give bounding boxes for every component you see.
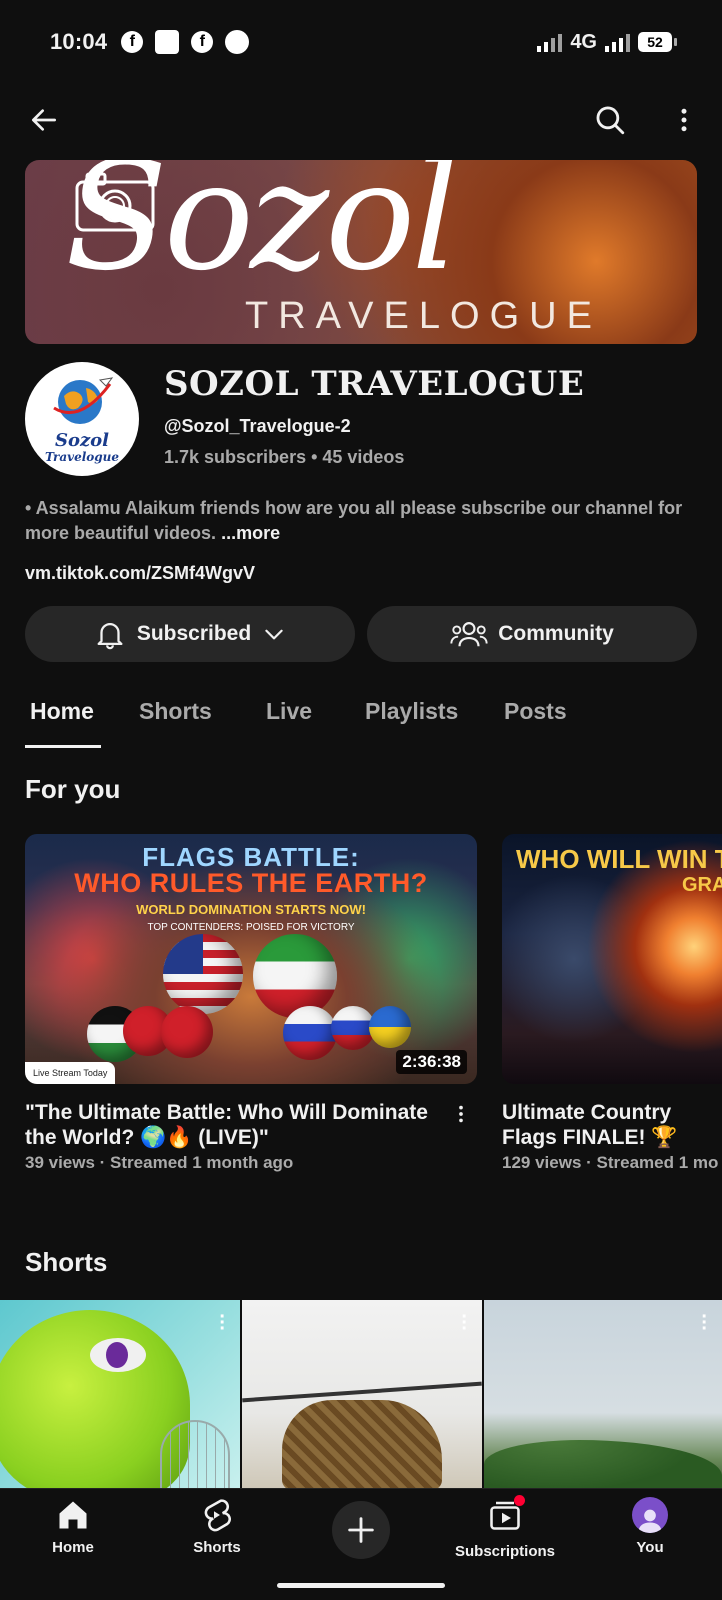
- app-notification-icon: [155, 30, 180, 54]
- thumbnail-text: WHO RULES THE EARTH?: [74, 868, 428, 898]
- home-indicator: [277, 1583, 445, 1588]
- plus-icon: [348, 1517, 374, 1543]
- video-duration: 2:36:38: [396, 1050, 467, 1074]
- flag-ball-china: [161, 1006, 213, 1058]
- video-thumbnail[interactable]: WHO WILL WIN T GRAND: [502, 834, 722, 1084]
- nav-subscriptions-label: Subscriptions: [454, 1543, 555, 1560]
- birdcage-image: [160, 1420, 230, 1488]
- video-thumbnail[interactable]: FLAGS BATTLE: WHO RULES THE EARTH? WORLD…: [25, 834, 477, 1084]
- tab-live[interactable]: Live: [266, 698, 312, 725]
- banner-subtitle: TRAVELOGUE: [245, 295, 602, 337]
- short-thumbnail[interactable]: · · ·: [0, 1300, 240, 1488]
- for-you-heading: For you: [25, 774, 121, 804]
- channel-description[interactable]: • Assalamu Alaikum friends how are you a…: [25, 496, 697, 546]
- short-more-icon[interactable]: · · ·: [701, 1307, 708, 1339]
- status-time: 10:04: [50, 29, 108, 54]
- nav-shorts-label: Shorts: [193, 1539, 241, 1556]
- channel-banner: Sozol TRAVELOGUE: [25, 160, 697, 344]
- more-vertical-icon: [459, 1105, 463, 1123]
- tab-home[interactable]: Home: [30, 698, 94, 725]
- app-bar: [0, 96, 722, 148]
- signal-icon: [605, 32, 630, 52]
- flag-ball-usa: [163, 934, 243, 1014]
- short-more-icon[interactable]: · · ·: [219, 1307, 226, 1339]
- stream-tag: Live Stream Today: [25, 1062, 116, 1084]
- status-bar: 10:04 f f 4G 52: [0, 0, 722, 84]
- video-meta: 39 views · Streamed 1 month ago: [25, 1153, 294, 1172]
- helicopter-image: [282, 1400, 442, 1488]
- back-arrow-icon: [32, 109, 56, 131]
- avatar-logo-text: Sozol: [54, 430, 110, 451]
- thumbnail-text: WHO WILL WIN T: [516, 844, 722, 874]
- short-thumbnail[interactable]: · · ·: [484, 1300, 722, 1488]
- network-type: 4G: [570, 30, 597, 53]
- more-vertical-icon: [681, 108, 687, 132]
- video-more-button[interactable]: [446, 1096, 476, 1132]
- description-text: • Assalamu Alaikum friends how are you a…: [25, 498, 683, 543]
- flag-ball-russia: [283, 1006, 337, 1060]
- cartoon-pupil: [106, 1342, 128, 1368]
- notification-icons: f f: [121, 30, 250, 54]
- subscribed-label: Subscribed: [136, 622, 252, 645]
- user-avatar: [632, 1497, 668, 1533]
- nav-subscriptions[interactable]: Subscriptions: [445, 1495, 565, 1560]
- shorts-icon: [204, 1499, 231, 1532]
- battery-icon: 52: [638, 32, 677, 52]
- thumbnail-text: TOP CONTENDERS: POISED FOR VICTORY: [147, 922, 355, 933]
- app-notification-icon: [225, 30, 250, 54]
- person-icon: [638, 1509, 662, 1533]
- back-button[interactable]: [20, 96, 68, 144]
- video-meta: 129 views · Streamed 1 mo: [502, 1153, 719, 1172]
- short-thumbnail[interactable]: · · ·: [242, 1300, 482, 1488]
- home-icon: [59, 1501, 87, 1529]
- video-title[interactable]: Ultimate Country Flags FINALE! 🏆 Vote fo…: [502, 1100, 722, 1150]
- nav-shorts[interactable]: Shorts: [157, 1497, 277, 1556]
- flag-ball-iran: [253, 934, 337, 1018]
- tab-shorts[interactable]: Shorts: [139, 698, 212, 725]
- nav-home[interactable]: Home: [13, 1497, 133, 1556]
- more-options-button[interactable]: [660, 96, 708, 144]
- active-tab-indicator: [25, 745, 101, 748]
- channel-avatar[interactable]: Sozol Travelogue: [25, 362, 139, 476]
- video-title[interactable]: "The Ultimate Battle: Who Will Dominate …: [25, 1100, 445, 1150]
- status-right: 4G 52: [537, 30, 677, 54]
- community-people-icon: [450, 622, 488, 647]
- channel-stats: 1.7k subscribers • 45 videos: [164, 447, 405, 467]
- subscriptions-icon-wrap: [487, 1495, 525, 1537]
- community-button[interactable]: Community: [367, 606, 697, 662]
- community-label: Community: [498, 622, 614, 645]
- landscape-trees: [484, 1440, 722, 1488]
- signal-icon: [537, 32, 563, 52]
- search-icon: [596, 106, 625, 135]
- thumbnail-text: WORLD DOMINATION STARTS NOW!: [136, 902, 366, 917]
- channel-handle: @Sozol_Travelogue-2: [164, 416, 351, 436]
- tab-posts[interactable]: Posts: [504, 698, 567, 725]
- nav-you[interactable]: You: [590, 1497, 710, 1556]
- short-more-icon[interactable]: · · ·: [461, 1307, 468, 1339]
- nav-home-label: Home: [52, 1539, 94, 1556]
- more-link[interactable]: ...more: [221, 523, 280, 543]
- banner-script-text: Sozol: [65, 160, 459, 304]
- avatar-logo-sub: Travelogue: [44, 450, 120, 464]
- notification-dot: [514, 1495, 525, 1506]
- channel-tabs: Home Shorts Live Playlists Posts: [0, 686, 722, 752]
- bell-icon: [97, 623, 123, 650]
- flag-ball-ukraine: [369, 1006, 411, 1048]
- thumbnail-text: GRAND: [682, 874, 722, 896]
- shorts-heading: Shorts: [25, 1247, 108, 1277]
- search-button[interactable]: [586, 96, 634, 144]
- channel-external-link[interactable]: vm.tiktok.com/ZSMf4WgvV: [25, 563, 255, 584]
- facebook-notification-icon: f: [121, 31, 144, 53]
- globe-logo-icon: [53, 377, 114, 424]
- channel-name: SOZOL TRAVELOGUE: [164, 364, 585, 404]
- nav-you-label: You: [636, 1539, 664, 1556]
- subscribed-button[interactable]: Subscribed: [25, 606, 355, 662]
- tab-playlists[interactable]: Playlists: [365, 698, 458, 725]
- create-button[interactable]: [332, 1501, 390, 1559]
- facebook-notification-icon: f: [191, 31, 214, 53]
- chevron-down-icon: [265, 629, 283, 640]
